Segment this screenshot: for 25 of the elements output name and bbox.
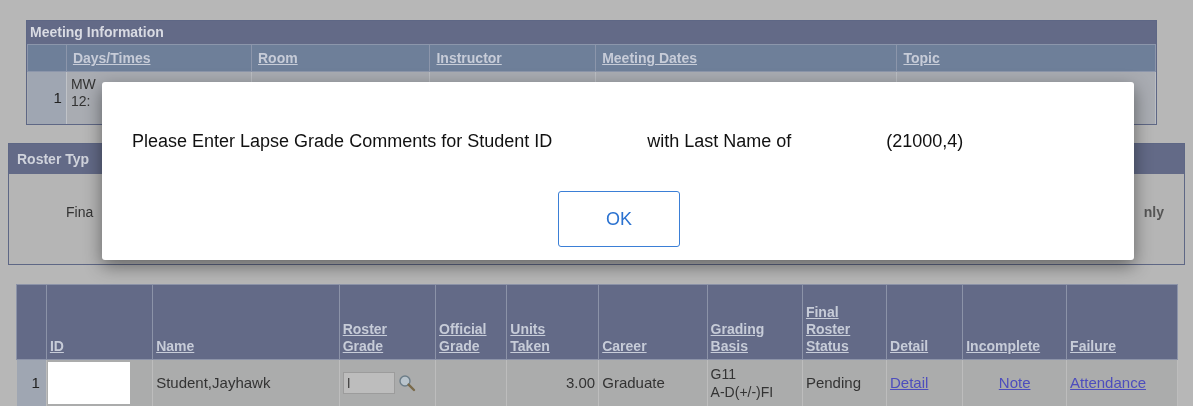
table-cell: Student,Jayhawk	[156, 374, 271, 391]
table-cell: Graduate	[602, 374, 665, 391]
column-header-link[interactable]: ID	[49, 337, 64, 355]
days-times-text: MW 12:	[70, 76, 96, 110]
table-cell: Pending	[805, 374, 861, 391]
column-header-link[interactable]: Topic	[903, 50, 940, 66]
column-header-link[interactable]: Room	[258, 50, 298, 66]
table-cell: 3.00	[566, 374, 596, 391]
column-header-link[interactable]: Meeting Dates	[602, 50, 698, 66]
link[interactable]: Detail	[890, 374, 929, 391]
link[interactable]: Note	[998, 374, 1031, 391]
panel-title: Meeting Information	[27, 21, 1156, 44]
column-header-link[interactable]: Detail	[890, 337, 929, 355]
column-header-link[interactable]: Name	[156, 337, 195, 355]
roster-type-text: nly	[1143, 203, 1164, 220]
roster-type-text: Fina	[66, 203, 94, 220]
column-header-link[interactable]: Failure	[1070, 337, 1116, 355]
search-icon[interactable]	[397, 373, 416, 392]
grade-input[interactable]: I	[342, 371, 395, 394]
table-cell: G11 A-D(+/-)FI	[710, 364, 774, 401]
column-header-link[interactable]: Incomplete	[966, 337, 1041, 355]
row-number: 1	[53, 89, 62, 107]
row-number: 1	[31, 374, 40, 392]
column-header-link[interactable]: Career	[602, 337, 647, 355]
ok-button[interactable]: OK	[558, 191, 680, 247]
